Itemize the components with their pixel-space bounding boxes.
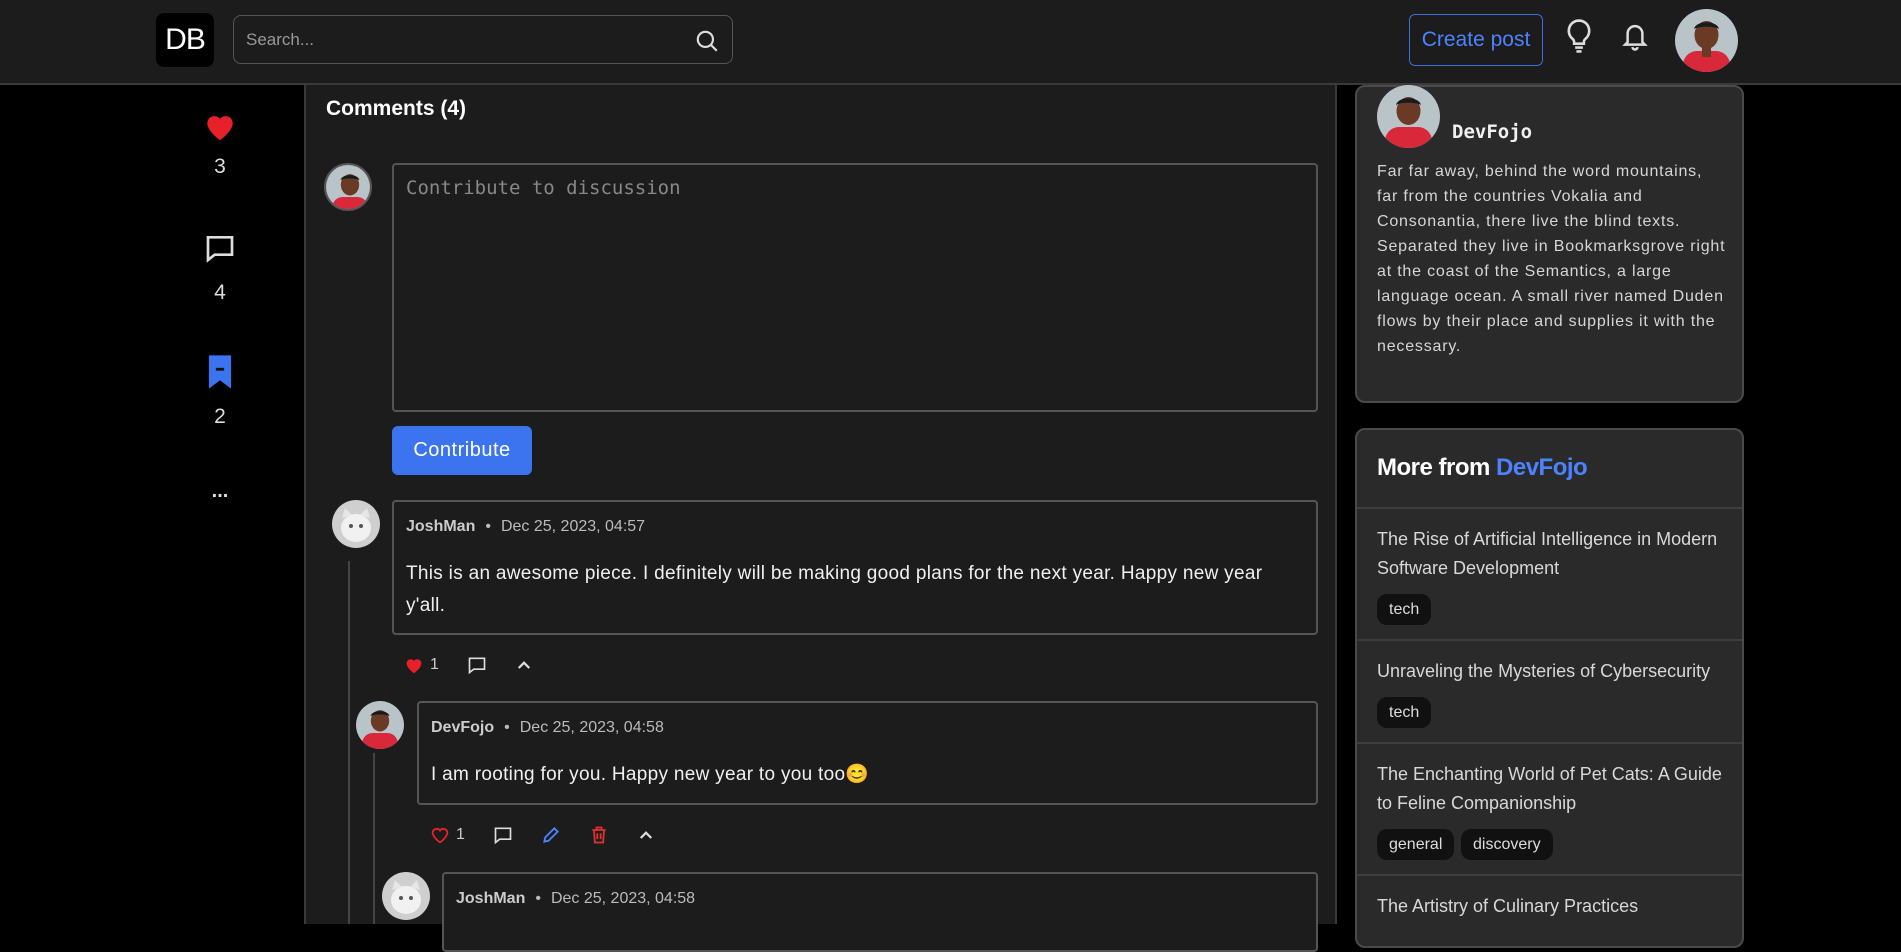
comment-card: JoshMan • Dec 25, 2023, 04:58: [442, 872, 1318, 952]
like-count: 3: [214, 155, 226, 178]
reply-button[interactable]: [493, 825, 513, 845]
comment-avatar: [332, 500, 380, 548]
thread-line: [348, 561, 350, 924]
search-bar: [233, 15, 733, 64]
like-button[interactable]: 1: [430, 826, 465, 844]
more-from-heading: More from DevFojo: [1377, 454, 1588, 482]
bookmark-icon: [208, 355, 232, 389]
post-title[interactable]: The Rise of Artificial Intelligence in M…: [1377, 525, 1727, 583]
comment-avatar: [356, 701, 404, 749]
comment-meta: JoshMan • Dec 25, 2023, 04:58: [456, 890, 696, 907]
comment-icon: [494, 827, 512, 845]
like-count: 1: [456, 826, 465, 843]
comment-compose-box: [392, 163, 1318, 412]
comment-body: This is an awesome piece. I definitely w…: [406, 563, 1263, 616]
comment-reaction[interactable]: 4: [180, 232, 260, 305]
post-link[interactable]: Unraveling the Mysteries of Cybersecurit…: [1357, 639, 1742, 742]
post-link[interactable]: The Enchanting World of Pet Cats: A Guid…: [1357, 742, 1742, 874]
top-navbar: DB Create post: [0, 0, 1901, 85]
comment-card: JoshMan • Dec 25, 2023, 04:57 This is an a…: [392, 500, 1318, 635]
author-name[interactable]: DevFojo: [1452, 121, 1532, 143]
user-avatar[interactable]: [1675, 9, 1738, 72]
search-input[interactable]: [246, 16, 676, 63]
search-icon[interactable]: [694, 28, 720, 54]
heart-filled-icon: [207, 116, 233, 141]
pencil-icon: [543, 827, 559, 843]
comments-section: Comments (4) Contribute JoshMan•Dec 25, …: [304, 85, 1337, 952]
like-count: 1: [430, 656, 439, 673]
delete-button[interactable]: [589, 825, 609, 845]
post-link[interactable]: The Rise of Artificial Intelligence in M…: [1357, 507, 1742, 639]
like-reaction[interactable]: 3: [180, 110, 260, 179]
compose-avatar: [324, 163, 372, 211]
comment-input[interactable]: [406, 177, 1306, 397]
heart-filled-icon: [406, 659, 422, 674]
comment-actions: 1: [404, 653, 561, 677]
more-from-author[interactable]: DevFojo: [1496, 454, 1588, 481]
post-title[interactable]: Unraveling the Mysteries of Cybersecurit…: [1377, 657, 1727, 686]
comment-meta: DevFojo • Dec 25, 2023, 04:58: [431, 719, 664, 736]
post-tag[interactable]: tech: [1377, 594, 1432, 625]
post-tag[interactable]: discovery: [1461, 829, 1553, 860]
comment-body: I am rooting for you. Happy new year to …: [431, 764, 870, 785]
comment-author[interactable]: JoshMan: [456, 890, 525, 907]
more-options-button[interactable]: ...: [180, 480, 260, 503]
author-avatar[interactable]: [1377, 85, 1440, 148]
collapse-button[interactable]: [515, 656, 533, 674]
comments-heading: Comments (4): [326, 97, 467, 120]
comment-actions: 1: [430, 823, 683, 847]
post-title[interactable]: The Artistry of Culinary Practices: [1377, 892, 1727, 921]
create-post-button[interactable]: Create post: [1409, 14, 1543, 66]
post-tag[interactable]: tech: [1377, 697, 1432, 728]
more-from-prefix: More from: [1377, 454, 1490, 481]
contribute-button[interactable]: Contribute: [392, 426, 532, 475]
post-link[interactable]: The Artistry of Culinary Practices: [1357, 874, 1742, 946]
comment-author[interactable]: DevFojo: [431, 719, 494, 736]
comment-meta: JoshMan • Dec 25, 2023, 04:57: [406, 518, 646, 535]
comment-date: Dec 25, 2023, 04:58: [519, 719, 664, 736]
comment-date: Dec 25, 2023, 04:57: [500, 518, 646, 535]
trash-icon: [592, 826, 606, 844]
comment-avatar: [382, 872, 430, 920]
lightbulb-icon[interactable]: [1563, 18, 1595, 54]
logo[interactable]: DB: [156, 13, 214, 67]
collapse-button[interactable]: [637, 826, 655, 844]
comment-icon: [206, 236, 234, 263]
post-tag[interactable]: general: [1377, 829, 1455, 860]
bookmark-reaction[interactable]: 2: [180, 354, 260, 429]
comment-date: Dec 25, 2023, 04:58: [550, 890, 696, 907]
chevron-up-icon: [517, 661, 530, 669]
heart-outline-icon: [431, 827, 449, 844]
like-button[interactable]: 1: [404, 656, 439, 674]
thread-line: [373, 753, 375, 924]
edit-button[interactable]: [541, 825, 561, 845]
bell-icon[interactable]: [1620, 20, 1650, 52]
bookmark-count: 2: [214, 405, 226, 428]
author-card: DevFojo Far far away, behind the word mo…: [1355, 85, 1744, 403]
more-from-author-card: More from DevFojo The Rise of Artificial…: [1355, 428, 1744, 948]
author-bio: Far far away, behind the word mountains,…: [1377, 163, 1726, 355]
comment-icon: [468, 657, 486, 675]
comment-author[interactable]: JoshMan: [406, 518, 475, 535]
comment-card: DevFojo • Dec 25, 2023, 04:58 I am rooting…: [417, 701, 1318, 805]
comment-count: 4: [214, 281, 226, 304]
reply-button[interactable]: [467, 655, 487, 675]
chevron-up-icon: [639, 831, 652, 839]
post-title[interactable]: The Enchanting World of Pet Cats: A Guid…: [1377, 760, 1727, 818]
